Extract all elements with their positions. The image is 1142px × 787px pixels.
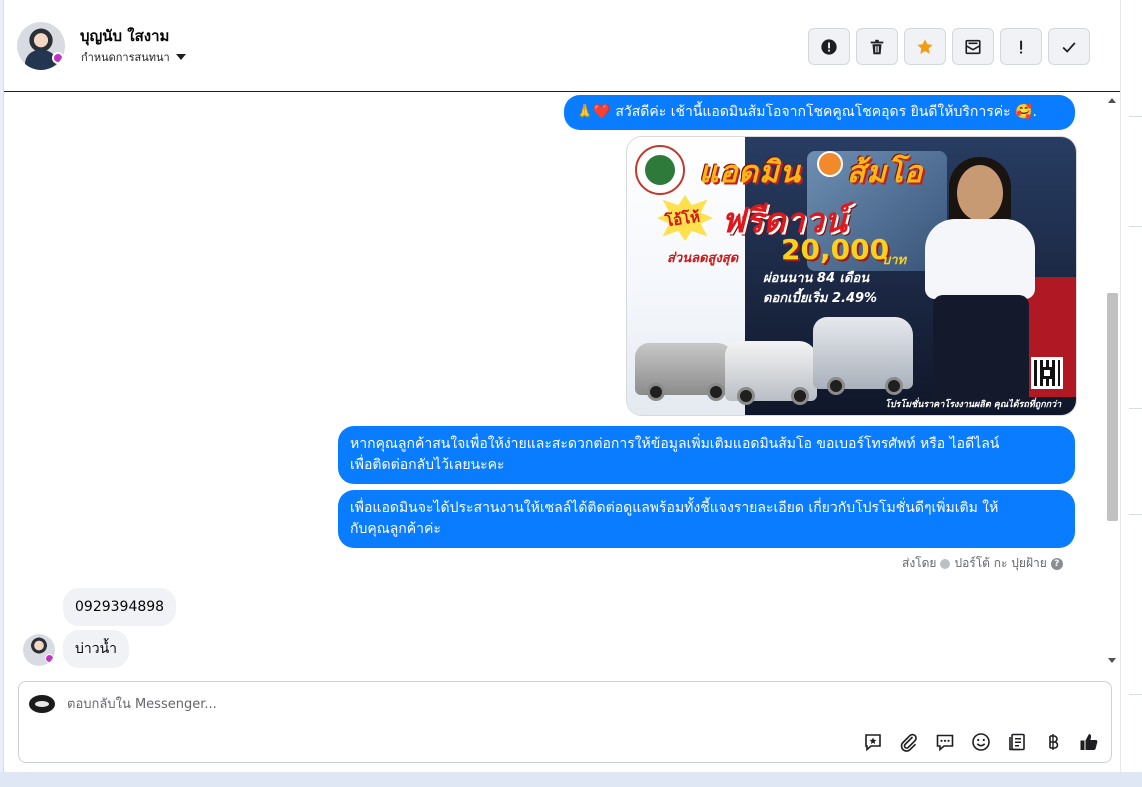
check-icon xyxy=(1062,41,1076,53)
inbox-panel: บุญนับ ใสงาม กำหนดการสนทนา 🙏❤️ สวัสดีค่ะ… xyxy=(3,0,1121,772)
assign-conversation-dropdown[interactable]: กำหนดการสนทนา xyxy=(81,48,186,66)
promo-image[interactable]: แอดมิน ส้มโอ โอ้โห้ ฟรีดาวน์ ส่วนลดสูงสุ… xyxy=(626,136,1077,416)
divider xyxy=(1129,408,1142,409)
contact-avatar[interactable] xyxy=(17,22,65,70)
greeting-text: 🙏❤️ สวัสดีค่ะ เช้านี้แอดมินส้มโอจากโชคคู… xyxy=(576,104,1037,120)
promo-title: แอดมิน ส้มโอ xyxy=(699,155,924,190)
qr-code-center xyxy=(1041,367,1053,379)
wheel-icon xyxy=(647,383,665,401)
followup-line-2: กับคุณลูกค้าค่ะ xyxy=(350,521,441,537)
dealer-logo-icon xyxy=(635,145,685,195)
sent-by-name[interactable]: ปอร์โต้ กะ ปุยฝ้าย xyxy=(954,554,1046,573)
done-button[interactable] xyxy=(1048,28,1090,65)
like-button[interactable] xyxy=(1077,730,1101,754)
payment-button[interactable] xyxy=(1041,730,1065,754)
bottom-page-strip xyxy=(0,772,1142,787)
promo-footer: โปรโมชั่นราคาโรงงานผลิต คุณได้รถที่ถูกกว… xyxy=(885,400,1062,410)
exclamation-icon xyxy=(1020,40,1023,53)
star-icon xyxy=(917,38,933,54)
composer-tools xyxy=(861,730,1101,754)
scroll-down-arrow-icon[interactable] xyxy=(1108,658,1116,663)
follow-up-button[interactable] xyxy=(1000,28,1042,65)
wheel-icon xyxy=(827,377,845,395)
thread-scrollbar[interactable] xyxy=(1104,93,1121,668)
notes-button[interactable] xyxy=(1005,730,1029,754)
incoming-message-text: บ่าวน้ำ xyxy=(63,630,130,668)
sent-by-info: ส่งโดย ปอร์โต้ กะ ปุยฝ้าย ? xyxy=(902,554,1063,573)
attachment-button[interactable] xyxy=(897,730,921,754)
contact-avatar-small[interactable] xyxy=(23,634,55,666)
assign-label: กำหนดการสนทนา xyxy=(81,51,170,64)
mark-spam-button[interactable] xyxy=(808,28,850,65)
outgoing-message-greeting: 🙏❤️ สวัสดีค่ะ เช้านี้แอดมินส้มโอจากโชคคู… xyxy=(564,95,1075,130)
alert-circle-icon xyxy=(821,38,837,55)
thumbs-up-icon xyxy=(1080,734,1098,750)
incoming-text: บ่าวน้ำ xyxy=(75,641,118,657)
wheel-icon xyxy=(707,383,725,401)
sender-avatar-icon xyxy=(940,558,951,569)
emoji-icon xyxy=(972,733,990,751)
request-line-2: เพื่อติดต่อกลับไว้เลยนะคะ xyxy=(350,457,505,473)
wheel-icon xyxy=(737,387,755,405)
incoming-phone-text: 0929394898 xyxy=(75,599,165,615)
saved-reply-icon xyxy=(865,734,881,752)
messenger-badge-icon xyxy=(52,52,64,64)
orange-icon xyxy=(817,151,843,177)
wheel-icon xyxy=(885,377,903,395)
divider xyxy=(1129,694,1142,695)
outgoing-message-followup: เพื่อแอดมินจะได้ประสานงานให้เซลล์ได้ติดต… xyxy=(338,490,1075,548)
reply-input[interactable] xyxy=(67,692,767,716)
trash-icon xyxy=(870,39,884,54)
promo-burst-text: โอ้โห้ xyxy=(663,207,702,231)
scroll-thumb[interactable] xyxy=(1107,293,1118,521)
chat-bubble-icon xyxy=(936,734,954,752)
promo-person-shirt xyxy=(925,219,1035,299)
baht-icon xyxy=(1049,734,1059,750)
promo-term: ผ่อนนาน 84 เดือน xyxy=(763,271,870,286)
promo-currency: บาท xyxy=(882,253,907,268)
chat-button[interactable] xyxy=(933,730,957,754)
mark-unread-button[interactable] xyxy=(952,28,994,65)
right-panel-edge xyxy=(1120,0,1142,787)
divider xyxy=(1129,514,1142,515)
notes-icon xyxy=(1009,733,1025,751)
help-icon[interactable]: ? xyxy=(1050,557,1063,570)
messenger-badge-icon xyxy=(45,654,54,663)
promo-rate: ดอกเบี้ยเริ่ม 2.49% xyxy=(763,291,878,306)
saved-reply-button[interactable] xyxy=(861,730,885,754)
followup-line-1: เพื่อแอดมินจะได้ประสานงานให้เซลล์ได้ติดต… xyxy=(350,500,999,516)
promo-person-pants xyxy=(933,295,1029,405)
conversation-header: บุญนับ ใสงาม กำหนดการสนทนา xyxy=(4,0,1121,92)
promo-discount-amount: 20,000 xyxy=(781,233,890,266)
sent-by-prefix: ส่งโดย xyxy=(902,556,937,570)
wheel-icon xyxy=(791,387,809,405)
outgoing-message-request: หากคุณลูกค้าสนใจเพื่อให้ง่ายและสะดวกต่อก… xyxy=(338,426,1075,484)
promo-person-head xyxy=(957,165,1003,221)
incoming-message-phone: 0929394898 xyxy=(63,588,177,626)
divider xyxy=(1129,116,1142,117)
emoji-button[interactable] xyxy=(969,730,993,754)
scroll-up-arrow-icon[interactable] xyxy=(1108,98,1116,103)
contact-name[interactable]: บุญนับ ใสงาม xyxy=(80,24,169,48)
delete-button[interactable] xyxy=(856,28,898,65)
promo-discount-label: ส่วนลดสูงสุด xyxy=(667,251,739,266)
divider xyxy=(1129,226,1142,227)
page-logo-icon xyxy=(29,695,55,713)
request-line-1: หากคุณลูกค้าสนใจเพื่อให้ง่ายและสะดวกต่อก… xyxy=(350,436,1000,452)
envelope-icon xyxy=(965,39,981,54)
star-button[interactable] xyxy=(904,28,946,65)
conversation-actions xyxy=(808,28,1090,65)
reply-composer xyxy=(18,681,1112,763)
attachment-icon xyxy=(900,733,917,752)
caret-down-icon xyxy=(175,54,186,60)
dealer-logo-center xyxy=(645,155,675,185)
